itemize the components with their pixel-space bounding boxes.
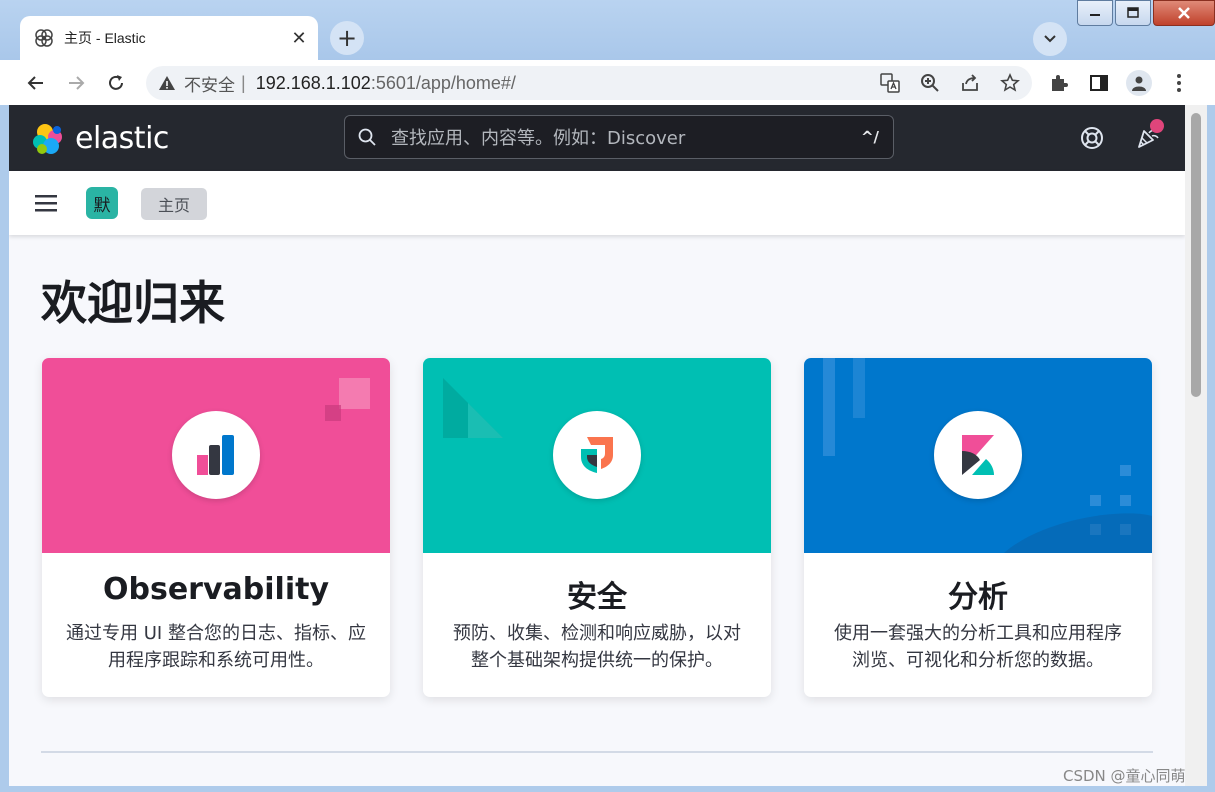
tab-close-icon[interactable]: ✕ [288,27,310,49]
maximize-icon [1127,7,1139,18]
help-icon[interactable] [1077,123,1107,153]
side-panel-icon[interactable] [1086,70,1112,96]
window-right-border [1207,105,1215,792]
scrollbar-thumb[interactable] [1191,113,1201,397]
analytics-badge [934,411,1022,499]
minimize-button[interactable] [1077,0,1113,26]
search-placeholder: 查找应用、内容等。例如：Discover [391,128,686,149]
omnibox-actions [862,71,1022,95]
more-menu-icon[interactable] [1166,70,1192,96]
observability-logo-icon [197,435,234,475]
insecure-label[interactable]: 不安全 [184,71,235,96]
warning-icon [159,76,175,90]
card-title: 安全 [567,580,627,615]
solution-card-analytics[interactable]: 分析 使用一套强大的分析工具和应用程序浏览、可视化和分析您的数据。 [804,358,1152,697]
tab-search-button[interactable] [1033,22,1067,56]
tab-title: 主页 - Elastic [64,30,146,46]
card-title: Observability [103,572,329,607]
toolbar-right [1046,70,1206,96]
address-bar[interactable]: 不安全 | 192.168.1.102:5601/app/home#/ [146,66,1032,100]
extensions-icon[interactable] [1046,70,1072,96]
section-divider [41,751,1153,753]
observability-badge [172,411,260,499]
window-controls [1075,0,1215,26]
browser-tab[interactable]: 主页 - Elastic ✕ [20,16,318,60]
logo-text: elastic [75,121,169,156]
card-description: 使用一套强大的分析工具和应用程序浏览、可视化和分析您的数据。 [834,623,1122,671]
bookmark-star-icon[interactable] [998,71,1022,95]
window-left-border [0,105,9,792]
watermark-text: CSDN @童心同萌 [1063,767,1186,785]
browser-titlebar: 主页 - Elastic ✕ + [0,0,1215,60]
reload-icon [109,75,123,90]
security-badge [553,411,641,499]
profile-avatar-icon[interactable] [1126,70,1152,96]
search-shortcut-badge: ^/ [860,128,879,146]
elastic-logo-icon [33,123,62,154]
kibana-viewport: elastic 查找应用、内容等。例如：Discover ^/ 默 主页 欢迎归… [9,105,1185,788]
zoom-icon[interactable] [918,71,942,95]
card-description: 预防、收集、检测和响应威胁，以对整个基础架构提供统一的保护。 [453,623,741,671]
breadcrumb-bar: 默 主页 [9,171,1185,235]
card-title: 分析 [948,580,1008,615]
reload-button[interactable] [102,69,130,97]
maximize-button[interactable] [1115,0,1151,26]
card-banner-analytics [804,358,1152,553]
space-avatar[interactable]: 默 [86,187,118,219]
forward-button[interactable] [62,69,90,97]
back-button[interactable] [22,69,50,97]
security-logo-icon [581,437,613,473]
global-search-input[interactable]: 查找应用、内容等。例如：Discover ^/ [344,115,894,159]
menu-hamburger-icon[interactable] [35,193,59,213]
arrow-left-icon [27,76,43,90]
close-window-button[interactable] [1153,0,1215,26]
breadcrumb-home[interactable]: 主页 [141,188,207,220]
minimize-icon [1090,14,1100,16]
card-description: 通过专用 UI 整合您的日志、指标、应用程序跟踪和系统可用性。 [66,623,366,671]
arrow-right-icon [69,76,85,90]
url-text[interactable]: 192.168.1.102:5601/app/home#/ [256,73,516,94]
elastic-favicon-icon [35,29,53,47]
kibana-header: elastic 查找应用、内容等。例如：Discover ^/ [9,105,1185,171]
card-banner-observability [42,358,390,553]
browser-toolbar: 不安全 | 192.168.1.102:5601/app/home#/ [0,60,1215,105]
address-separator: | [241,72,246,93]
kibana-logo-icon [962,435,994,475]
translate-icon[interactable] [878,71,902,95]
chevron-down-icon [1044,35,1056,43]
new-tab-button[interactable]: + [330,21,364,55]
search-icon [358,128,376,146]
url-host: 192.168.1.102 [255,72,371,93]
close-icon [1178,7,1190,19]
card-banner-security [423,358,771,553]
elastic-logo[interactable]: elastic [31,121,169,156]
share-icon[interactable] [958,71,982,95]
solution-card-observability[interactable]: Observability 通过专用 UI 整合您的日志、指标、应用程序跟踪和系… [42,358,390,697]
notification-dot [1150,119,1164,133]
url-path: :5601/app/home#/ [370,72,516,93]
window-bottom-border [0,786,1215,792]
page-scrollbar[interactable] [1185,105,1207,788]
solution-card-security[interactable]: 安全 预防、收集、检测和响应威胁，以对整个基础架构提供统一的保护。 [423,358,771,697]
page-title: 欢迎归来 [41,276,225,330]
